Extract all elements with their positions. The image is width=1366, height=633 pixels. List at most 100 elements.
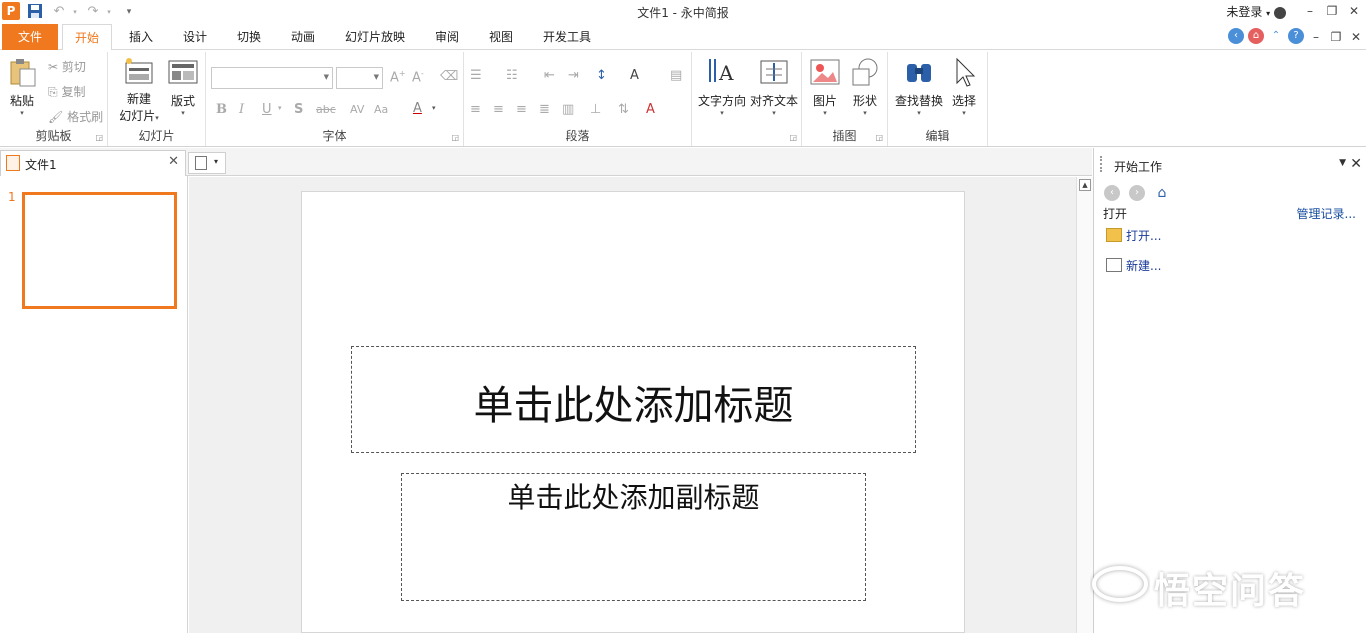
cut-button[interactable]: ✂ 剪切 — [48, 58, 86, 75]
slide-canvas[interactable]: 单击此处添加标题 单击此处添加副标题 — [301, 191, 965, 633]
change-case-button[interactable]: Aa — [374, 103, 388, 116]
drag-handle-icon[interactable] — [1100, 156, 1104, 172]
shape-button[interactable]: 形状 ▾ — [848, 56, 882, 117]
picture-icon — [809, 56, 841, 88]
increase-indent-icon[interactable]: ⇥ — [568, 68, 579, 83]
scissors-icon: ✂ — [48, 60, 59, 74]
new-document-button[interactable]: ▾ — [188, 152, 226, 174]
dialog-launcher-icon[interactable]: ◲ — [789, 133, 797, 142]
font-size-combo[interactable]: ▼ — [336, 67, 383, 89]
chevron-down-icon: ▼ — [373, 73, 379, 81]
tab-review[interactable]: 审阅 — [424, 24, 470, 50]
open-file-link[interactable]: 打开... — [1126, 227, 1161, 244]
document-tab[interactable]: 文件1 ✕ — [0, 150, 186, 176]
nav-back-icon[interactable]: ‹ — [1104, 185, 1120, 201]
doc-minimize-icon[interactable]: – — [1306, 28, 1326, 46]
numbering-icon[interactable]: ☷ — [506, 68, 518, 83]
tab-file[interactable]: 文件 — [2, 24, 58, 50]
vertical-text-icon[interactable]: ⇅ — [618, 102, 629, 117]
new-file-link[interactable]: 新建... — [1126, 257, 1161, 274]
brush-icon: 🖌 — [48, 110, 64, 124]
text-direction-small-icon[interactable]: A — [630, 68, 639, 83]
tab-animations[interactable]: 动画 — [280, 24, 326, 50]
shrink-font-icon[interactable]: A- — [412, 69, 424, 85]
dialog-launcher-icon[interactable]: ◲ — [875, 133, 883, 142]
format-painter-label: 格式刷 — [67, 110, 104, 124]
font-color-button[interactable]: A — [413, 101, 422, 116]
distribute-icon[interactable]: ▥ — [562, 102, 574, 117]
tab-developer[interactable]: 开发工具 — [534, 24, 600, 50]
tab-view[interactable]: 视图 — [478, 24, 524, 50]
new-slide-dropdown-icon: ▾ — [155, 114, 159, 122]
bold-button[interactable]: B — [216, 102, 227, 117]
ribbon: 粘贴 ▾ ✂ 剪切 ⎘ 复制 🖌 格式刷 剪贴板 ◲ 新建 幻灯片▾ 版式 ▾ … — [0, 50, 1366, 147]
subtitle-placeholder[interactable]: 单击此处添加副标题 — [401, 473, 866, 601]
dialog-launcher-icon[interactable]: ◲ — [451, 133, 459, 142]
picture-dropdown-icon: ▾ — [823, 109, 827, 117]
grow-font-icon[interactable]: A+ — [390, 69, 406, 85]
tab-transitions[interactable]: 切换 — [226, 24, 272, 50]
find-replace-button[interactable]: 查找替换 ▾ — [892, 56, 946, 117]
minimize-icon[interactable]: – — [1300, 2, 1320, 20]
slides-group: 新建 幻灯片▾ 版式 ▾ 幻灯片 — [108, 52, 206, 146]
doc-restore-icon[interactable]: ❐ — [1326, 28, 1346, 46]
italic-button[interactable]: I — [239, 102, 244, 117]
presentation-file-icon — [6, 155, 20, 171]
layout-icon — [167, 56, 199, 88]
align-text-button[interactable]: 对齐文本 ▾ — [748, 56, 800, 117]
layout-button[interactable]: 版式 ▾ — [166, 56, 200, 117]
slides-group-label: 幻灯片 — [138, 129, 175, 143]
paste-button[interactable]: 粘贴 ▾ — [4, 56, 40, 117]
tab-slideshow[interactable]: 幻灯片放映 — [336, 24, 414, 50]
title-placeholder[interactable]: 单击此处添加标题 — [351, 346, 916, 453]
cursor-icon — [948, 56, 980, 88]
new-slide-button[interactable]: 新建 幻灯片▾ — [116, 56, 162, 124]
format-painter-button[interactable]: 🖌 格式刷 — [48, 108, 103, 125]
font-color-dropdown-icon[interactable]: ▾ — [432, 104, 436, 112]
window-title: 文件1 - 永中简报 — [637, 6, 729, 20]
collapse-ribbon-icon[interactable]: ⌃ — [1268, 28, 1284, 44]
tab-insert[interactable]: 插入 — [118, 24, 164, 50]
columns-icon[interactable]: ▤ — [670, 68, 682, 83]
char-spacing-button[interactable]: AV — [350, 103, 364, 116]
nav-home-icon[interactable]: ⌂ — [1154, 185, 1170, 201]
task-pane-close-icon[interactable]: ✕ — [1350, 156, 1362, 172]
restore-icon[interactable]: ❐ — [1322, 2, 1342, 20]
scroll-up-icon[interactable]: ▲ — [1079, 179, 1091, 191]
text-direction-button[interactable]: A 文字方向 ▾ — [696, 56, 748, 117]
font-name-combo[interactable]: ▼ — [211, 67, 333, 89]
login-menu[interactable]: 未登录 ▾ — [1226, 3, 1286, 20]
new-slide-label-2-wrap: 幻灯片▾ — [116, 107, 162, 124]
picture-button[interactable]: 图片 ▾ — [808, 56, 842, 117]
decrease-indent-icon[interactable]: ⇤ — [544, 68, 555, 83]
task-pane-menu-icon[interactable]: ▼ — [1339, 158, 1346, 168]
align-center-icon[interactable]: ≡ — [493, 102, 504, 117]
slide-thumbnail[interactable] — [22, 192, 177, 309]
tab-design[interactable]: 设计 — [172, 24, 218, 50]
home-circle-icon[interactable]: ⌂ — [1248, 28, 1264, 44]
select-button[interactable]: 选择 ▾ — [948, 56, 980, 117]
back-circle-icon[interactable]: ‹ — [1228, 28, 1244, 44]
bullets-icon[interactable]: ☰ — [470, 68, 482, 83]
strikethrough-button[interactable]: abc — [316, 103, 336, 116]
text-shadow-button[interactable]: S — [294, 102, 303, 117]
underline-dropdown-icon[interactable]: ▾ — [278, 104, 282, 112]
manage-records-link[interactable]: 管理记录... — [1297, 205, 1356, 222]
align-right-icon[interactable]: ≡ — [516, 102, 527, 117]
line-spacing-icon[interactable]: ↕ — [596, 68, 607, 83]
font-group-label: 字体 — [322, 129, 347, 143]
copy-button[interactable]: ⎘ 复制 — [48, 83, 85, 100]
doc-close-icon[interactable]: ✕ — [1346, 28, 1366, 46]
clear-text-effect-icon[interactable]: A — [646, 102, 655, 117]
tab-home[interactable]: 开始 — [62, 24, 112, 51]
justify-icon[interactable]: ≣ — [539, 102, 550, 117]
help-icon[interactable]: ? — [1288, 28, 1304, 44]
dialog-launcher-icon[interactable]: ◲ — [95, 133, 103, 142]
align-left-icon[interactable]: ≡ — [470, 102, 481, 117]
align-bottom-icon[interactable]: ⊥ — [590, 102, 601, 117]
close-window-icon[interactable]: ✕ — [1344, 2, 1364, 20]
close-tab-icon[interactable]: ✕ — [168, 154, 179, 169]
underline-button[interactable]: U — [262, 102, 272, 117]
nav-forward-icon[interactable]: › — [1129, 185, 1145, 201]
clear-format-icon[interactable]: ⌫ — [440, 69, 458, 84]
